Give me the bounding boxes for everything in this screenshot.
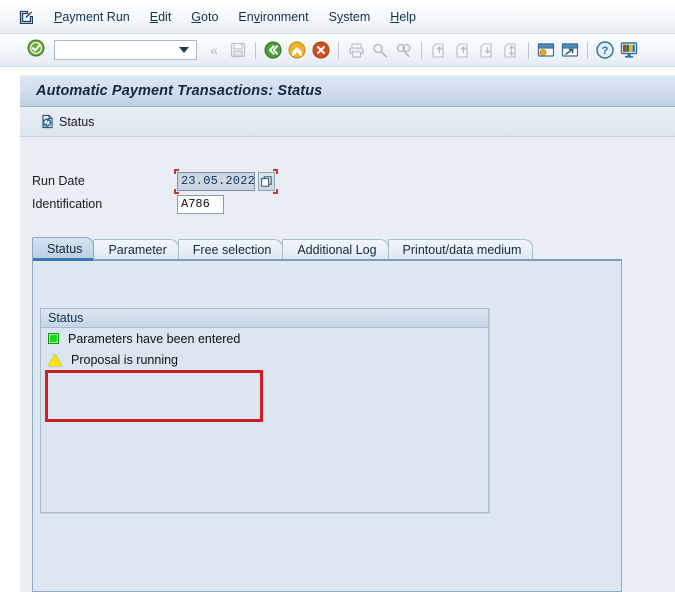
exit-icon[interactable] [286,39,308,61]
run-date-field-wrap: 23.05.2022 [174,168,278,194]
status-row-proposal-running[interactable]: Proposal is running [41,349,488,370]
toolbar-separator [421,41,422,59]
annotation-highlight-box [45,370,263,422]
tab-status[interactable]: Status [32,237,95,261]
customize-layout-icon[interactable] [618,39,640,61]
menu-label-payment-run: ayment Run [62,9,130,24]
tab-printout-data-medium[interactable]: Printout/data medium [387,239,534,260]
status-table: Status Parameters have been entered Prop… [40,308,489,513]
menu-item-edit[interactable]: Edit [140,8,182,26]
tab-strip: Status Parameter Free selection Addition… [32,237,622,261]
collapse-left-icon[interactable]: « [203,39,225,61]
tab-status-label: Status [47,242,83,256]
focus-marker-bottom-left [174,188,179,194]
status-row-parameters-entered[interactable]: Parameters have been entered [41,328,488,349]
status-button[interactable]: Status [33,111,101,133]
refresh-status-icon [40,114,55,129]
tab-parameter[interactable]: Parameter [93,239,179,260]
status-row-label: Parameters have been entered [68,331,241,346]
form-row-run-date: Run Date 23.05.2022 [32,168,278,194]
enter-check-icon[interactable] [27,39,45,62]
tab-additional-log[interactable]: Additional Log [282,239,389,260]
screen-title-bar: Automatic Payment Transactions: Status [20,75,675,107]
previous-page-icon[interactable] [452,39,474,61]
back-icon[interactable] [262,39,284,61]
status-button-label: Status [59,114,95,129]
focus-marker-top-left [174,168,179,174]
identification-field-wrap: A786 [177,194,224,214]
toolbar-separator [338,41,339,59]
command-field[interactable] [54,40,197,60]
print-icon[interactable] [345,39,367,61]
identification-label: Identification [32,197,103,211]
window-left-margin [0,67,20,592]
menu-bar: Payment Run Edit Goto Environment System… [0,0,675,34]
status-table-header: Status [41,309,488,328]
create-session-icon[interactable] [535,39,557,61]
run-identification-form: Run Date 23.05.2022 Identification A786 [32,168,278,216]
toolbar-separator [255,41,256,59]
menu-item-goto[interactable]: Goto [181,8,228,26]
tab-free-selection[interactable]: Free selection [177,239,284,260]
focus-marker-bottom-right [273,188,278,194]
find-icon[interactable] [369,39,391,61]
find-next-icon[interactable] [393,39,415,61]
next-page-icon[interactable] [476,39,498,61]
application-toolbar: Status [20,107,675,137]
menu-label-environment: ironment [259,9,309,24]
menu-label-help: elp [399,9,417,24]
tab-printout-data-medium-label: Printout/data medium [402,243,522,257]
menu-item-payment-run[interactable]: Payment Run [44,8,140,26]
tab-free-selection-label: Free selection [192,243,272,257]
identification-input[interactable]: A786 [177,194,224,214]
run-date-input[interactable]: 23.05.2022 [177,171,255,191]
cancel-icon[interactable] [310,39,332,61]
run-date-label: Run Date [32,174,85,188]
green-square-icon [48,333,59,344]
status-row-label: Proposal is running [71,352,179,367]
first-page-icon[interactable] [428,39,450,61]
save-icon[interactable] [227,39,249,61]
create-shortcut-icon[interactable] [559,39,581,61]
tab-parameter-label: Parameter [108,243,167,257]
menu-item-system[interactable]: System [319,8,381,26]
toolbar-separator [587,41,588,59]
menu-label-edit: dit [158,9,172,24]
standard-toolbar: « ? [0,34,675,67]
last-page-icon[interactable] [500,39,522,61]
screen-body: Run Date 23.05.2022 Identification A786 … [20,137,675,592]
svg-text:?: ? [602,45,609,57]
help-icon[interactable]: ? [594,39,616,61]
menu-label-goto: oto [201,9,219,24]
command-input[interactable] [55,41,183,59]
form-row-identification: Identification A786 [32,193,275,215]
menu-item-environment[interactable]: Environment [228,8,318,26]
menu-item-help[interactable]: Help [380,8,426,26]
toolbar-separator [528,41,529,59]
tab-panel-status: Status Parameters have been entered Prop… [32,259,622,592]
yellow-warning-triangle-icon [48,353,62,366]
sap-gui-window: Payment Run Edit Goto Environment System… [0,0,675,592]
menu-label-system: stem [343,9,371,24]
system-menu-icon[interactable] [18,9,34,25]
tab-additional-log-label: Additional Log [297,243,377,257]
focus-marker-top-right [273,168,278,174]
page-title: Automatic Payment Transactions: Status [36,83,323,99]
